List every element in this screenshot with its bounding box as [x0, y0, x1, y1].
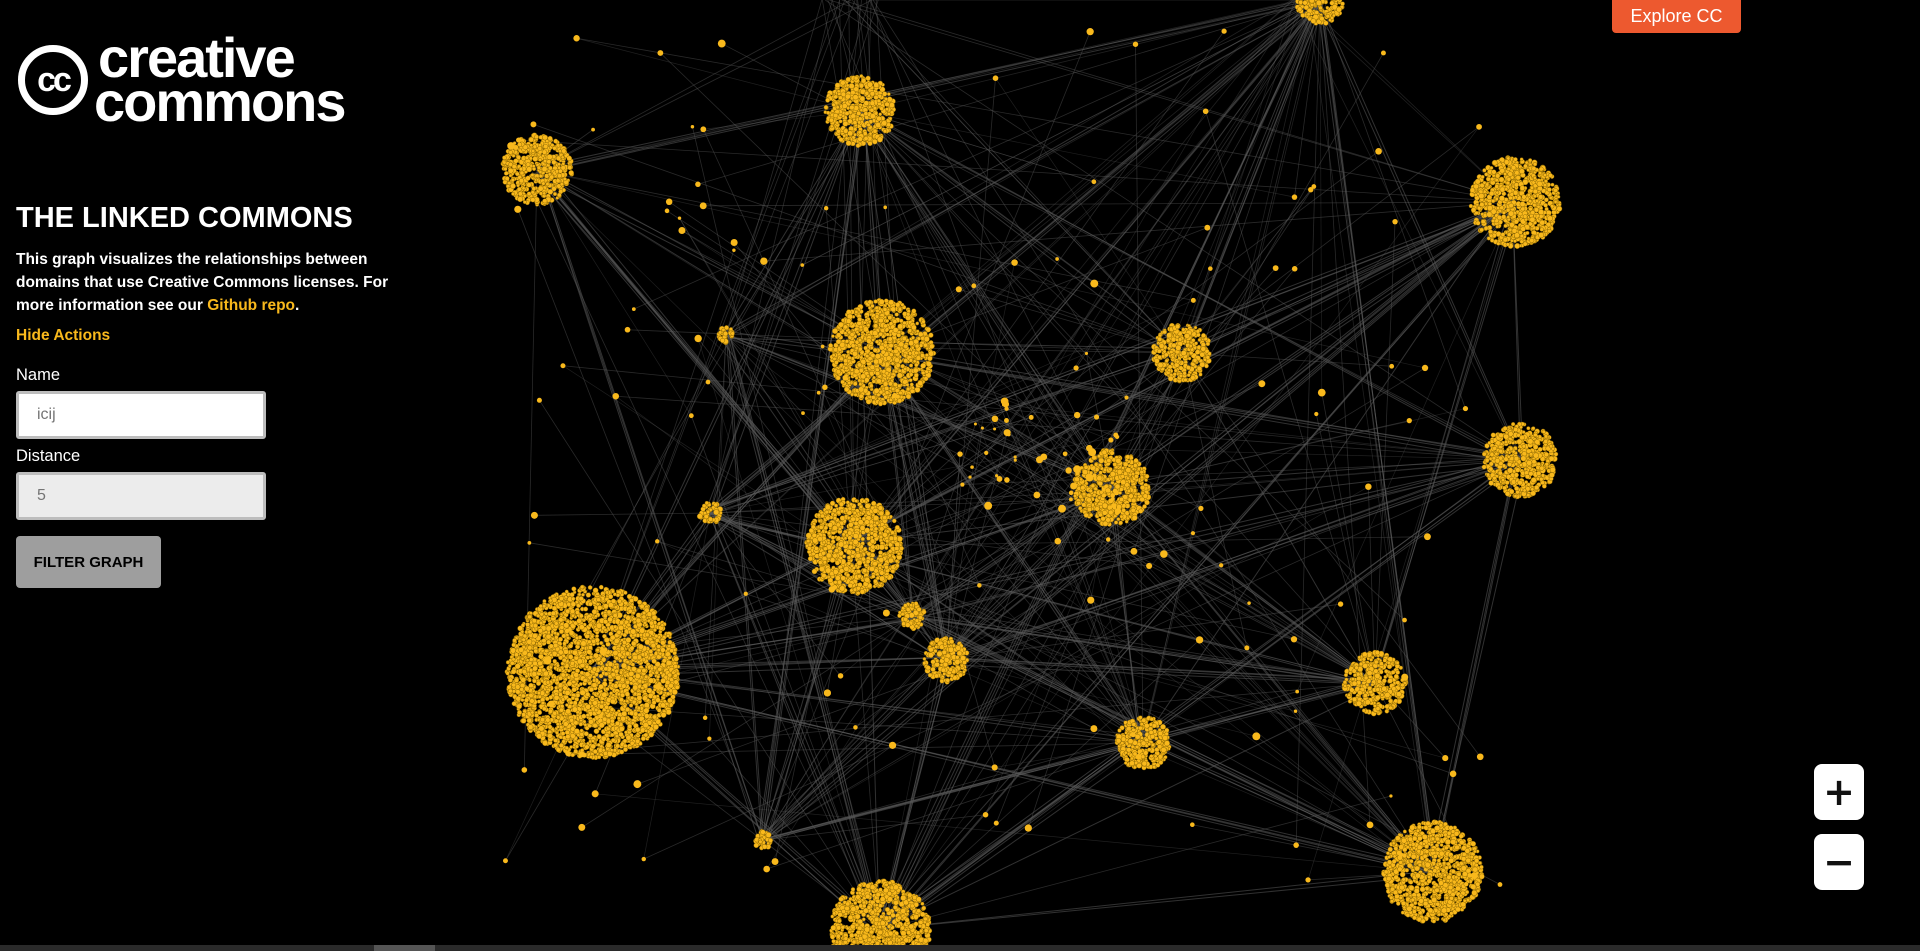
github-repo-link[interactable]: Github repo	[207, 297, 295, 314]
graph-edges	[505, 0, 1526, 936]
logo-word-commons: commons	[94, 70, 346, 133]
horizontal-scrollbar[interactable]	[0, 945, 1920, 951]
network-graph[interactable]	[0, 0, 1920, 951]
cc-logo-icon: cc	[18, 45, 88, 115]
plus-icon: +	[1823, 770, 1855, 814]
page-title: THE LINKED COMMONS	[16, 202, 353, 234]
scrollbar-thumb[interactable]	[374, 945, 435, 951]
distance-label: Distance	[16, 447, 81, 465]
app-root: cc creative commons THE LINKED COMMONS T…	[0, 0, 1920, 951]
description-text: This graph visualizes the relationships …	[16, 251, 389, 314]
minus-icon: −	[1823, 840, 1855, 884]
name-label: Name	[16, 366, 61, 384]
creative-commons-logo[interactable]: cc creative commons	[18, 30, 346, 133]
zoom-in-button[interactable]: +	[1814, 764, 1864, 820]
description-end: .	[295, 297, 300, 314]
name-input[interactable]	[16, 391, 266, 439]
explore-cc-button[interactable]: Explore CC	[1612, 0, 1741, 33]
distance-input[interactable]	[16, 472, 266, 520]
filter-graph-button[interactable]: FILTER GRAPH	[16, 536, 161, 588]
graph-description: This graph visualizes the relationships …	[16, 248, 406, 317]
hide-actions-link[interactable]: Hide Actions	[16, 327, 110, 345]
zoom-out-button[interactable]: −	[1814, 834, 1864, 890]
logo-wordmark: creative commons	[94, 30, 346, 133]
cc-mark: cc	[37, 60, 72, 99]
